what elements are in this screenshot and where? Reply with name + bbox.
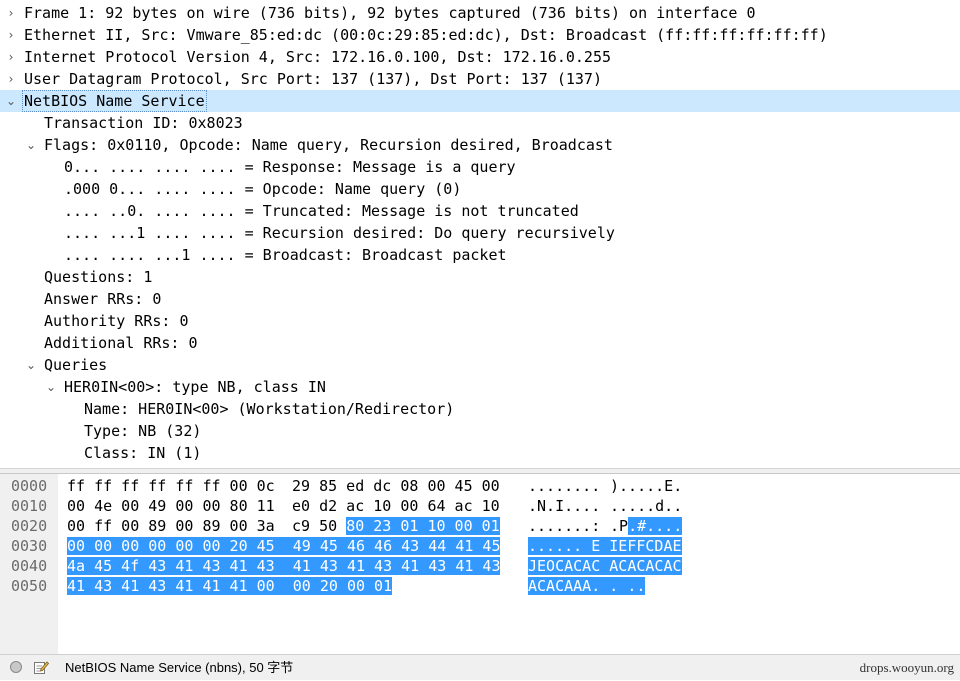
tree-row-flag-recursion[interactable]: .... ...1 .... .... = Recursion desired:… [0,222,960,244]
chevron-down-icon[interactable]: ⌄ [5,90,17,112]
tree-row-label: Class: IN (1) [84,444,202,462]
ascii-bytes[interactable]: .P.#.... [610,516,683,536]
hex-bytes[interactable]: 29 85 ed dc 08 00 45 00 [292,476,500,496]
tree-row-label: .... ..0. .... .... = Truncated: Message… [64,202,579,220]
ascii-bytes[interactable]: ACACAAA. . .. [528,576,646,596]
hex-bytes[interactable]: e0 d2 ac 10 00 64 ac 10 [292,496,500,516]
tree-row-flag-broadcast[interactable]: .... .... ...1 .... = Broadcast: Broadca… [0,244,960,266]
edit-comment-icon[interactable] [33,659,49,675]
tree-row-query-name[interactable]: Name: HER0IN<00> (Workstation/Redirector… [0,398,960,420]
tree-row-flag-truncated[interactable]: .... ..0. .... .... = Truncated: Message… [0,200,960,222]
tree-row-queries[interactable]: ⌄ Queries [0,354,960,376]
hex-offset: 0000 [11,477,48,495]
hex-bytes[interactable]: 00 00 00 00 00 00 20 45 49 45 46 46 43 4… [67,536,501,556]
tree-row-frame[interactable]: › Frame 1: 92 bytes on wire (736 bits), … [0,2,960,24]
expert-info-icon[interactable] [10,661,22,673]
tree-row-label: HER0IN<00>: type NB, class IN [64,378,326,396]
tree-row-flag-opcode[interactable]: .000 0... .... .... = Opcode: Name query… [0,178,960,200]
ascii-bytes[interactable]: .N.I.... [528,496,600,516]
tree-row-flag-response[interactable]: 0... .... .... .... = Response: Message … [0,156,960,178]
tree-row-label: Additional RRs: 0 [44,334,198,352]
hex-offset: 0040 [11,557,48,575]
tree-row-label: Type: NB (32) [84,422,202,440]
tree-row-nbns[interactable]: ⌄ NetBIOS Name Service [0,90,960,112]
tree-row-label: Internet Protocol Version 4, Src: 172.16… [24,48,611,66]
hex-bytes[interactable]: 00 ff 00 89 00 89 00 3a [67,516,275,536]
hex-offset: 0020 [11,517,48,535]
chevron-right-icon[interactable]: › [5,68,17,90]
tree-row-udp[interactable]: › User Datagram Protocol, Src Port: 137 … [0,68,960,90]
ascii-bytes[interactable]: .......: [528,516,600,536]
tree-row-label: NetBIOS Name Service [22,90,207,112]
ascii-bytes[interactable]: .....d.. [610,496,682,516]
tree-row-query-entry[interactable]: ⌄ HER0IN<00>: type NB, class IN [0,376,960,398]
tree-row-ethernet[interactable]: › Ethernet II, Src: Vmware_85:ed:dc (00:… [0,24,960,46]
tree-row-label: Questions: 1 [44,268,153,286]
status-bar: NetBIOS Name Service (nbns), 50 字节 drops… [0,654,960,680]
ascii-bytes[interactable]: ).....E. [610,476,682,496]
tree-row-label: Frame 1: 92 bytes on wire (736 bits), 92… [24,4,756,22]
chevron-down-icon[interactable]: ⌄ [45,376,57,398]
ascii-bytes[interactable]: ........ [528,476,600,496]
tree-row-authority-rrs[interactable]: Authority RRs: 0 [0,310,960,332]
status-text: NetBIOS Name Service (nbns), 50 字节 [65,660,294,675]
tree-row-label: .000 0... .... .... = Opcode: Name query… [64,180,462,198]
chevron-right-icon[interactable]: › [5,24,17,46]
hex-bytes[interactable]: 4a 45 4f 43 41 43 41 43 41 43 41 43 41 4… [67,556,501,576]
tree-row-label: Authority RRs: 0 [44,312,189,330]
tree-row-transaction-id[interactable]: Transaction ID: 0x8023 [0,112,960,134]
chevron-down-icon[interactable]: ⌄ [25,134,37,156]
tree-row-query-type[interactable]: Type: NB (32) [0,420,960,442]
packet-bytes-pane[interactable]: 0000 ff ff ff ff ff ff 00 0c 29 85 ed dc… [0,474,960,654]
tree-row-questions[interactable]: Questions: 1 [0,266,960,288]
hex-offset: 0010 [11,497,48,515]
tree-row-label: Flags: 0x0110, Opcode: Name query, Recur… [44,136,613,154]
tree-row-label: Name: HER0IN<00> (Workstation/Redirector… [84,400,455,418]
tree-row-answer-rrs[interactable]: Answer RRs: 0 [0,288,960,310]
tree-row-label: .... ...1 .... .... = Recursion desired:… [64,224,615,242]
tree-row-flags[interactable]: ⌄ Flags: 0x0110, Opcode: Name query, Rec… [0,134,960,156]
tree-row-label: User Datagram Protocol, Src Port: 137 (1… [24,70,602,88]
tree-row-label: Queries [44,356,108,374]
tree-row-label: .... .... ...1 .... = Broadcast: Broadca… [64,246,507,264]
ascii-bytes[interactable]: ...... E IEFFCDAE [528,536,682,556]
hex-offset: 0030 [11,537,48,555]
hex-bytes[interactable]: 41 43 41 43 41 41 41 00 00 20 00 01 [67,576,393,596]
ascii-bytes[interactable]: JEOCACAC ACACACAC [528,556,682,576]
tree-row-ipv4[interactable]: › Internet Protocol Version 4, Src: 172.… [0,46,960,68]
tree-row-query-class[interactable]: Class: IN (1) [0,442,960,464]
hex-offset: 0050 [11,577,48,595]
hex-bytes[interactable]: ff ff ff ff ff ff 00 0c [67,476,275,496]
tree-row-label: 0... .... .... .... = Response: Message … [64,158,516,176]
hex-bytes[interactable]: 00 4e 00 49 00 00 80 11 [67,496,275,516]
packet-details-tree[interactable]: › Frame 1: 92 bytes on wire (736 bits), … [0,0,960,468]
chevron-down-icon[interactable]: ⌄ [25,354,37,376]
watermark: drops.wooyun.org [859,660,954,675]
tree-row-label: Ethernet II, Src: Vmware_85:ed:dc (00:0c… [24,26,828,44]
tree-row-label: Transaction ID: 0x8023 [44,114,243,132]
tree-row-additional-rrs[interactable]: Additional RRs: 0 [0,332,960,354]
chevron-right-icon[interactable]: › [5,46,17,68]
chevron-right-icon[interactable]: › [5,2,17,24]
tree-row-label: Answer RRs: 0 [44,290,162,308]
hex-bytes[interactable]: c9 50 80 23 01 10 00 01 [292,516,500,536]
